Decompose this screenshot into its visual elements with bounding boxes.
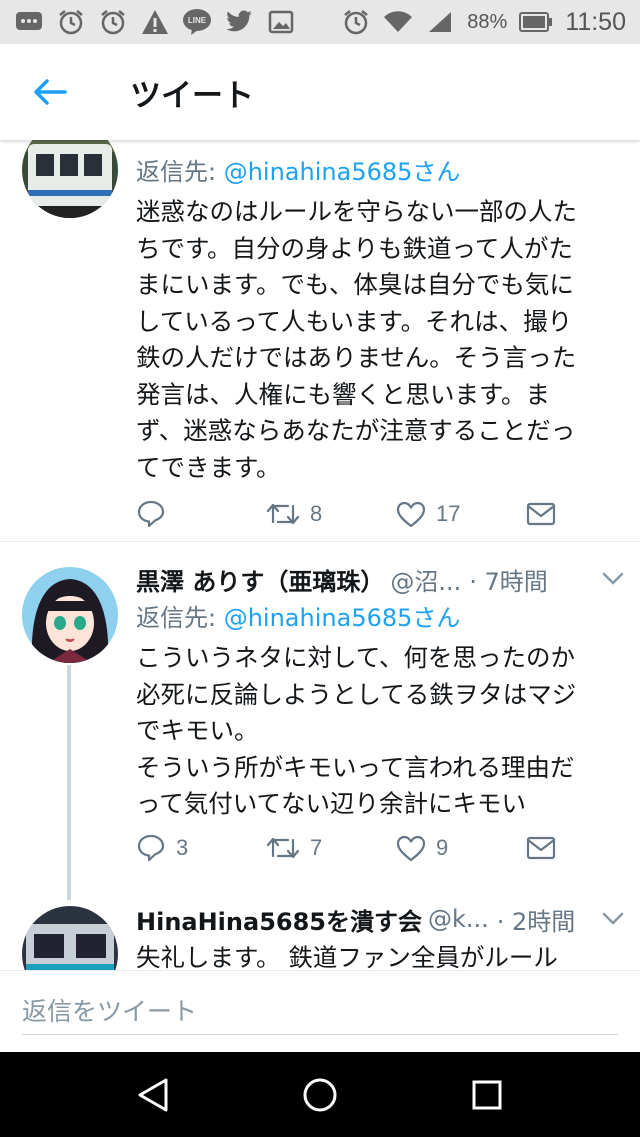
nav-home-button[interactable]	[290, 1065, 350, 1125]
avatar[interactable]	[22, 906, 118, 970]
reply-input[interactable]: 返信をツイート	[22, 989, 618, 1035]
reply-to: 返信先: @hinahina5685さん	[136, 154, 626, 190]
tweet-line: こういうネタに対して、何を思ったのか	[136, 643, 576, 672]
reply-to-prefix: 返信先:	[136, 604, 224, 632]
back-arrow-icon	[34, 79, 67, 105]
alarm-icon	[98, 7, 128, 37]
screen: LINE 88% 11:50 ツイート 返信先: @hinahina5685さん…	[0, 0, 640, 1137]
retweet-count: 8	[310, 501, 323, 526]
tweet-text: 迷惑なのはルールを守らない一部の人た ちです。自分の身よりも鉄道って人がた まに…	[136, 194, 626, 486]
warning-icon	[140, 7, 170, 37]
reply-button[interactable]: 3	[136, 833, 266, 863]
retweet-count: 7	[310, 835, 323, 860]
reply-composer: 返信をツイート	[0, 970, 640, 1052]
status-bar: LINE 88% 11:50	[0, 0, 640, 44]
battery-percent: 88%	[467, 10, 508, 33]
tweet-line: 迷惑なのはルールを守らない一部の人た	[136, 197, 577, 226]
tweet-time: · 7時間	[469, 567, 548, 596]
alarm-icon	[56, 7, 86, 37]
signal-icon	[425, 7, 455, 37]
alarm-icon	[341, 7, 371, 37]
tweet-line: って気付いてない辺り余計にキモい	[136, 789, 527, 818]
avatar[interactable]	[22, 140, 118, 218]
triangle-back-icon	[138, 1078, 168, 1111]
retweet-button[interactable]: 7	[266, 834, 396, 862]
retweet-icon	[266, 503, 300, 525]
tweet-line: てできます。	[136, 452, 281, 482]
tweet-text: こういうネタに対して、何を思ったのか 必死に反論しようとしてる鉄ヲタはマジ でキ…	[136, 640, 626, 823]
reply-icon	[137, 500, 165, 528]
retweet-icon	[266, 837, 300, 859]
tweet-line: 必死に反論しようとしてる鉄ヲタはマジ	[136, 679, 577, 709]
tweet-3[interactable]: HinaHina5685を潰す会 @k... · 2時間 失礼します。 鉄道ファ…	[0, 898, 640, 970]
reply-count: 3	[176, 835, 189, 860]
image-icon	[266, 7, 296, 37]
author-name[interactable]: HinaHina5685を潰す会	[136, 902, 422, 937]
app-header: ツイート	[0, 44, 640, 140]
twitter-icon	[224, 7, 254, 37]
tweet-line: まにいます。でも、体臭は自分でも気に	[136, 270, 574, 299]
circle-home-icon	[303, 1078, 337, 1111]
tweet-line: でキモい。	[136, 716, 259, 745]
tweet-header: HinaHina5685を潰す会 @k... · 2時間	[136, 898, 626, 940]
like-button[interactable]: 17	[396, 500, 526, 528]
author-handle[interactable]: @k...	[428, 905, 489, 933]
page-title: ツイート	[130, 77, 254, 114]
reply-to-prefix: 返信先:	[136, 158, 224, 186]
tweet-2[interactable]: 黒澤 ありす（亜璃珠） @沼... · 7時間 返信先: @hinahina56…	[0, 558, 640, 898]
tweet-1[interactable]: 返信先: @hinahina5685さん 迷惑なのはルールを守らない一部の人た …	[0, 140, 640, 542]
avatar[interactable]	[22, 567, 118, 663]
chevron-down-icon	[602, 912, 624, 925]
android-nav-bar	[0, 1052, 640, 1137]
tweet-line: 鉄の人だけではありません。そう言った	[136, 343, 577, 372]
clock: 11:50	[565, 7, 626, 36]
tweet-time: · 2時間	[496, 907, 576, 936]
like-count: 17	[436, 501, 461, 526]
more-options-button[interactable]	[600, 566, 626, 592]
tweet-actions: 3 7 9	[136, 828, 616, 868]
like-button[interactable]: 9	[396, 834, 526, 862]
square-recents-icon	[472, 1080, 502, 1109]
mail-icon	[526, 836, 556, 860]
tweet-line: しているって人もいます。それは、撮り	[136, 306, 573, 336]
heart-icon	[396, 835, 426, 862]
message-icon	[14, 7, 44, 37]
chevron-down-icon	[602, 572, 624, 585]
divider	[0, 541, 640, 542]
tweet-line: 失礼します。 鉄道ファン全員がルール	[136, 943, 558, 970]
reply-mention-link[interactable]: @hinahina5685さん	[224, 604, 461, 632]
tweet-text: 失礼します。 鉄道ファン全員がルール	[136, 940, 626, 970]
tweet-timeline[interactable]: 返信先: @hinahina5685さん 迷惑なのはルールを守らない一部の人た …	[0, 140, 640, 970]
nav-recents-button[interactable]	[457, 1065, 517, 1125]
tweet-header: 黒澤 ありす（亜璃珠） @沼... · 7時間	[136, 558, 626, 600]
tweet-line: そういう所がキモいって言われる理由だ	[136, 752, 575, 782]
mail-icon	[526, 502, 556, 526]
like-count: 9	[436, 835, 449, 860]
nav-back-button[interactable]	[123, 1065, 183, 1125]
tweet-line: 発言は、人権にも響くと思います。ま	[136, 379, 551, 409]
tweet-line: ちです。自分の身よりも鉄道って人がた	[136, 233, 573, 263]
svg-text:LINE: LINE	[188, 16, 207, 25]
reply-mention-link[interactable]: @hinahina5685さん	[224, 158, 461, 186]
dm-share-button[interactable]	[526, 501, 566, 527]
back-button[interactable]	[20, 62, 80, 122]
retweet-button[interactable]: 8	[266, 500, 396, 528]
reply-to: 返信先: @hinahina5685さん	[136, 600, 626, 636]
more-options-button[interactable]	[600, 906, 626, 932]
tweet-actions: 8 17	[136, 494, 616, 534]
dm-share-button[interactable]	[526, 835, 566, 861]
reply-button[interactable]	[136, 499, 266, 529]
tweet-header-cut	[136, 140, 626, 154]
heart-icon	[396, 501, 426, 528]
tweet-line: ず、迷惑ならあなたが注意することだっ	[136, 416, 576, 445]
line-app-icon: LINE	[182, 7, 212, 37]
reply-icon	[137, 834, 165, 862]
author-name[interactable]: 黒澤 ありす（亜璃珠）	[136, 562, 384, 597]
author-handle[interactable]: @沼...	[390, 562, 461, 597]
wifi-icon	[383, 7, 413, 37]
battery-icon	[519, 7, 553, 37]
